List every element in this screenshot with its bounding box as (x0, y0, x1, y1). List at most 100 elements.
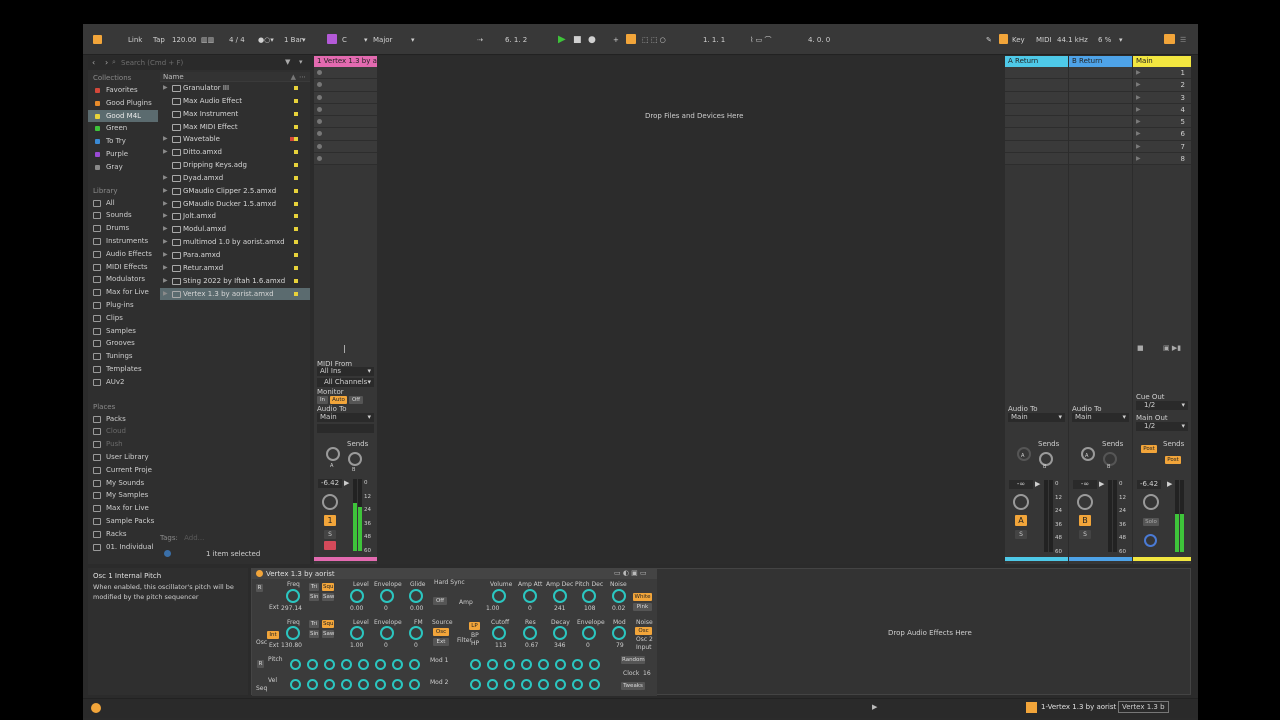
scene-launch-icon[interactable]: ▶ (1136, 118, 1141, 125)
tempo-field[interactable]: 120.00 (172, 34, 197, 46)
vel-step-knob[interactable] (392, 679, 403, 690)
main-volume[interactable]: -6.42 (1137, 480, 1161, 489)
clip-slot[interactable] (1069, 103, 1132, 117)
scene-launch-icon[interactable]: ▶ (1136, 81, 1141, 88)
vel-step-knob[interactable] (324, 679, 335, 690)
collection-item[interactable]: Gray (88, 161, 158, 174)
collection-item[interactable]: Favorites (88, 84, 158, 97)
scene-slot[interactable]: ▶ 5 (1133, 116, 1191, 129)
file-item[interactable]: Dripping Keys.adg (160, 159, 310, 172)
pitch-step-knob[interactable] (375, 659, 386, 670)
fader-arrow-icon[interactable]: ▶ (1035, 480, 1040, 488)
key-map-icon[interactable] (999, 34, 1008, 44)
return-b-solo[interactable]: S (1079, 530, 1091, 539)
clip-slot[interactable] (314, 79, 377, 92)
osc1-mod-button[interactable]: R (256, 584, 263, 592)
vel-step-knob[interactable] (375, 679, 386, 690)
midi-map-button[interactable]: MIDI (1036, 34, 1052, 46)
collection-item[interactable]: Purple (88, 148, 158, 161)
library-item[interactable]: Max for Live (88, 286, 158, 299)
link-button[interactable]: Link (128, 34, 142, 46)
collection-item[interactable]: Green (88, 122, 158, 135)
expand-icon[interactable]: ▶ (163, 249, 168, 262)
file-item[interactable]: Max Instrument (160, 108, 310, 121)
key-root-select[interactable]: C (342, 34, 347, 46)
pan-knob[interactable] (322, 494, 338, 510)
source-ext-button[interactable]: Ext (433, 638, 449, 646)
osc1-freq-knob[interactable] (286, 589, 300, 603)
drop-zone[interactable]: Drop Files and Devices Here (377, 56, 1005, 346)
file-item[interactable]: ▶ Modul.amxd (160, 223, 310, 236)
mod2-step-knob[interactable] (555, 679, 566, 690)
audio-to-select[interactable]: Main ▾ (317, 413, 374, 422)
osc2-tri-button[interactable]: Tri (309, 620, 319, 628)
clip-slot[interactable] (1069, 79, 1132, 92)
pitch-step-knob[interactable] (392, 659, 403, 670)
time-signature[interactable]: 4 / 4 (229, 34, 245, 46)
expand-icon[interactable]: ▶ (163, 133, 168, 146)
track-view-icon[interactable] (1026, 702, 1037, 713)
draw-mode-icon[interactable]: ✎ (986, 34, 992, 46)
amp-att-knob[interactable] (523, 589, 537, 603)
clip-stop-icon[interactable] (317, 82, 322, 88)
scene-launch-icon[interactable]: ▶ (1136, 143, 1141, 150)
vel-step-knob[interactable] (341, 679, 352, 690)
filter-icon[interactable]: ▼ (285, 58, 290, 66)
pitch-rand-button[interactable]: R (257, 660, 264, 668)
clip-slot[interactable] (314, 116, 377, 129)
mod1-step-knob[interactable] (521, 659, 532, 670)
info-toggle-icon[interactable] (91, 703, 101, 713)
quantize-select[interactable]: 1 Bar (284, 34, 303, 46)
osc1-level-knob[interactable] (350, 589, 364, 603)
metronome-icon[interactable]: ▥▥ (201, 34, 214, 46)
punch-icons[interactable]: ⌇ ▭ ⌒ (750, 34, 771, 46)
collection-item[interactable]: Good M4L (88, 109, 158, 123)
vel-step-knob[interactable] (307, 679, 318, 690)
noise-pink-button[interactable]: Pink (633, 603, 652, 611)
scale-mode-icon[interactable] (327, 34, 337, 44)
library-item[interactable]: Samples (88, 325, 158, 338)
browser-toggle-icon[interactable] (93, 35, 102, 44)
clip-slot[interactable] (1069, 128, 1132, 141)
file-item[interactable]: Max MIDI Effect (160, 121, 310, 134)
session-view-icon[interactable] (1164, 34, 1175, 44)
file-item[interactable]: ▶ Wavetable (160, 133, 310, 146)
library-item[interactable]: Sounds (88, 209, 158, 222)
mod1-step-knob[interactable] (538, 659, 549, 670)
return-a-solo[interactable]: S (1015, 530, 1027, 539)
filter-lp-button[interactable]: LP (469, 622, 480, 630)
fader-arrow-icon[interactable]: ▶ (1099, 480, 1104, 488)
library-item[interactable]: Grooves (88, 337, 158, 350)
vel-step-knob[interactable] (409, 679, 420, 690)
solo-select-button[interactable]: Solo (1143, 518, 1159, 526)
loop-start-field[interactable]: 1. 1. 1 (703, 34, 725, 46)
clip-slot[interactable] (1069, 67, 1132, 80)
mod2-step-knob[interactable] (504, 679, 515, 690)
track-title[interactable]: 1 Vertex 1.3 by ao (314, 56, 377, 67)
clip-stop-icon[interactable] (317, 131, 322, 137)
place-item[interactable]: Racks (88, 528, 158, 541)
osc1-sin-button[interactable]: Sin (309, 593, 319, 601)
scene-slot[interactable]: ▶ 2 (1133, 79, 1191, 92)
library-item[interactable]: All (88, 197, 158, 210)
scene-slot[interactable]: ▶ 4 (1133, 103, 1191, 117)
expand-icon[interactable]: ▶ (163, 185, 168, 198)
device-power-icon[interactable] (256, 570, 263, 577)
expand-icon[interactable]: ▶ (163, 82, 168, 95)
monitor-auto-button[interactable]: Auto (330, 396, 347, 404)
main-out-select[interactable]: 1/2 ▾ (1136, 422, 1188, 431)
file-item[interactable]: ▶ Granulator III (160, 82, 310, 95)
scene-slot[interactable]: ▶ 6 (1133, 128, 1191, 141)
file-item[interactable]: ▶ Dyad.amxd (160, 172, 310, 185)
track-volume-field[interactable]: -6.42 (318, 479, 342, 488)
file-item[interactable]: ▶ Retur.amxd (160, 262, 310, 275)
mod1-step-knob[interactable] (589, 659, 600, 670)
follow-arrow-icon[interactable]: ⇢ (477, 34, 483, 46)
osc1-env-knob[interactable] (380, 589, 394, 603)
pitch-step-knob[interactable] (409, 659, 420, 670)
return-b-audio-to-select[interactable]: Main ▾ (1072, 413, 1129, 422)
file-item[interactable]: ▶ GMaudio Ducker 1.5.amxd (160, 198, 310, 211)
mod2-step-knob[interactable] (589, 679, 600, 690)
osc2-squ-button[interactable]: Squ (322, 620, 334, 628)
device-view-label[interactable]: Vertex 1.3 b (1118, 701, 1169, 713)
